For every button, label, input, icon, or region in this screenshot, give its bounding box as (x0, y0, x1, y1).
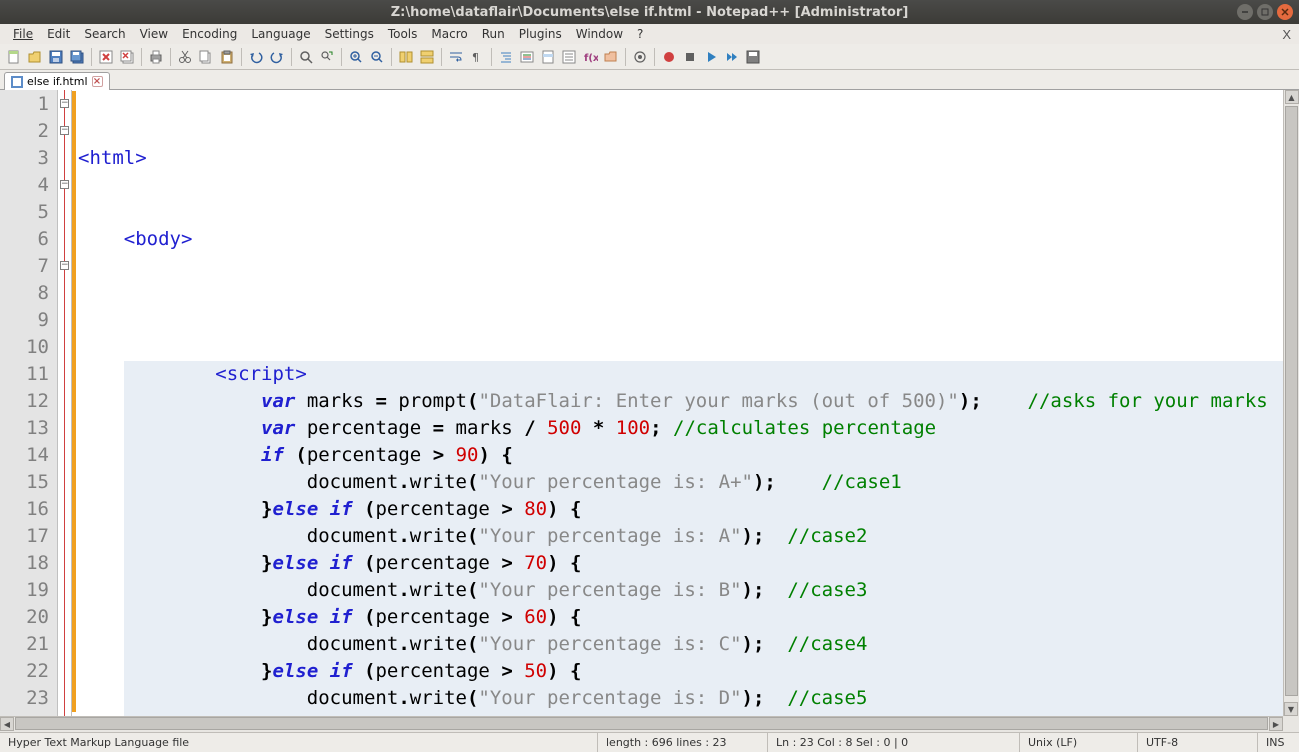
window-title: Z:\home\dataflair\Documents\else if.html… (8, 5, 1291, 20)
redo-icon[interactable] (267, 47, 287, 67)
fold-box-icon[interactable]: − (60, 180, 69, 189)
status-position: Ln : 23 Col : 8 Sel : 0 | 0 (768, 733, 1020, 752)
scroll-thumb-h[interactable] (15, 717, 1268, 730)
scroll-right-icon[interactable]: ▶ (1269, 717, 1283, 731)
record-macro-icon[interactable] (659, 47, 679, 67)
indent-guide-icon[interactable] (496, 47, 516, 67)
func-list-icon[interactable]: f(x) (580, 47, 600, 67)
paste-icon[interactable] (217, 47, 237, 67)
save-icon[interactable] (46, 47, 66, 67)
scroll-thumb[interactable] (1285, 106, 1298, 696)
scroll-up-icon[interactable]: ▲ (1285, 90, 1299, 104)
show-all-chars-icon[interactable]: ¶ (467, 47, 487, 67)
stop-macro-icon[interactable] (680, 47, 700, 67)
menu-bar: File Edit Search View Encoding Language … (0, 24, 1299, 44)
title-bar: Z:\home\dataflair\Documents\else if.html… (0, 0, 1299, 24)
minimize-button[interactable] (1237, 4, 1253, 20)
toolbar: ¶ f(x) (0, 44, 1299, 70)
window-controls (1237, 4, 1293, 20)
new-file-icon[interactable] (4, 47, 24, 67)
tab-label: else if.html (27, 75, 88, 88)
status-language: Hyper Text Markup Language file (0, 733, 598, 752)
cut-icon[interactable] (175, 47, 195, 67)
menu-macro[interactable]: Macro (424, 25, 474, 43)
menu-view[interactable]: View (133, 25, 175, 43)
status-insert-mode[interactable]: INS (1258, 733, 1299, 752)
menu-tools[interactable]: Tools (381, 25, 425, 43)
scrollbar-corner (1283, 716, 1299, 732)
close-button[interactable] (1277, 4, 1293, 20)
play-macro-icon[interactable] (701, 47, 721, 67)
tab-bar: else if.html × (0, 70, 1299, 90)
sync-h-icon[interactable] (417, 47, 437, 67)
fold-box-icon[interactable]: − (60, 99, 69, 108)
save-all-icon[interactable] (67, 47, 87, 67)
doc-map-icon[interactable] (538, 47, 558, 67)
undo-icon[interactable] (246, 47, 266, 67)
menu-file[interactable]: File (6, 25, 40, 43)
fold-box-icon[interactable]: − (60, 261, 69, 270)
status-length: length : 696 lines : 23 (598, 733, 768, 752)
sync-v-icon[interactable] (396, 47, 416, 67)
menu-edit[interactable]: Edit (40, 25, 77, 43)
scroll-left-icon[interactable]: ◀ (0, 717, 14, 731)
menu-window[interactable]: Window (569, 25, 630, 43)
line-gutter: 1234 5678 9101112 13141516 17181920 2122… (0, 90, 58, 716)
udl-icon[interactable] (517, 47, 537, 67)
save-macro-icon[interactable] (743, 47, 763, 67)
status-eol[interactable]: Unix (LF) (1020, 733, 1138, 752)
close-secondary-button[interactable]: X (1282, 27, 1291, 42)
horizontal-scrollbar-row: ◀ ▶ (0, 716, 1299, 732)
copy-icon[interactable] (196, 47, 216, 67)
open-file-icon[interactable] (25, 47, 45, 67)
menu-run[interactable]: Run (475, 25, 512, 43)
close-file-icon[interactable] (96, 47, 116, 67)
play-multi-icon[interactable] (722, 47, 742, 67)
file-type-icon (11, 76, 23, 88)
status-bar: Hyper Text Markup Language file length :… (0, 732, 1299, 752)
menu-settings[interactable]: Settings (318, 25, 381, 43)
monitor-icon[interactable] (630, 47, 650, 67)
svg-text:f(x): f(x) (584, 53, 598, 64)
replace-icon[interactable] (317, 47, 337, 67)
code-area[interactable]: <html> <body> <script> var marks = promp… (76, 90, 1283, 716)
editor[interactable]: 1234 5678 9101112 13141516 17181920 2122… (0, 90, 1299, 716)
find-icon[interactable] (296, 47, 316, 67)
folder-icon[interactable] (601, 47, 621, 67)
menu-language[interactable]: Language (244, 25, 317, 43)
doc-list-icon[interactable] (559, 47, 579, 67)
close-all-icon[interactable] (117, 47, 137, 67)
maximize-button[interactable] (1257, 4, 1273, 20)
zoom-in-icon[interactable] (346, 47, 366, 67)
menu-search[interactable]: Search (77, 25, 132, 43)
menu-plugins[interactable]: Plugins (512, 25, 569, 43)
menu-encoding[interactable]: Encoding (175, 25, 244, 43)
vertical-scrollbar[interactable]: ▲ ▼ (1283, 90, 1299, 716)
menu-help[interactable]: ? (630, 25, 650, 43)
status-encoding[interactable]: UTF-8 (1138, 733, 1258, 752)
print-icon[interactable] (146, 47, 166, 67)
tab-close-icon[interactable]: × (92, 76, 103, 87)
scroll-down-icon[interactable]: ▼ (1284, 702, 1298, 716)
svg-text:¶: ¶ (472, 51, 479, 64)
zoom-out-icon[interactable] (367, 47, 387, 67)
horizontal-scrollbar[interactable]: ◀ ▶ (0, 716, 1283, 732)
fold-margin[interactable]: − − − − (58, 90, 72, 716)
wrap-icon[interactable] (446, 47, 466, 67)
fold-box-icon[interactable]: − (60, 126, 69, 135)
file-tab[interactable]: else if.html × (4, 72, 110, 90)
